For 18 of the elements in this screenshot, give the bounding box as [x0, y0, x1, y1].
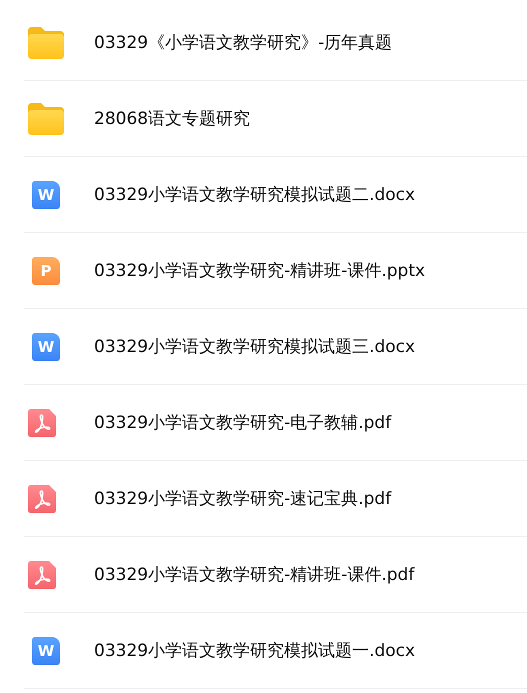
word-file-icon: W — [32, 332, 60, 360]
word-file-icon: W — [32, 180, 60, 208]
file-name[interactable]: 03329小学语文教学研究模拟试题三.docx — [94, 335, 416, 358]
word-file-icon: W — [32, 636, 60, 664]
file-name[interactable]: 03329小学语文教学研究-精讲班-课件.pdf — [94, 563, 414, 586]
file-name[interactable]: 03329小学语文教学研究-速记宝典.pdf — [94, 487, 392, 510]
pdf-file-icon — [28, 408, 56, 436]
pdf-file-icon — [28, 484, 56, 512]
folder-icon — [28, 102, 64, 134]
file-name[interactable]: 28068语文专题研究 — [94, 107, 250, 130]
file-name[interactable]: 03329小学语文教学研究-电子教辅.pdf — [94, 411, 392, 434]
file-name[interactable]: 03329小学语文教学研究模拟试题一.docx — [94, 639, 416, 662]
pdf-file-icon — [28, 560, 56, 588]
file-name[interactable]: 03329小学语文教学研究-精讲班-课件.pptx — [94, 259, 426, 282]
folder-icon — [28, 26, 64, 58]
file-name[interactable]: 03329小学语文教学研究模拟试题二.docx — [94, 183, 416, 206]
file-name[interactable]: 03329《小学语文教学研究》-历年真题 — [94, 31, 392, 54]
ppt-file-icon: P — [32, 256, 60, 284]
